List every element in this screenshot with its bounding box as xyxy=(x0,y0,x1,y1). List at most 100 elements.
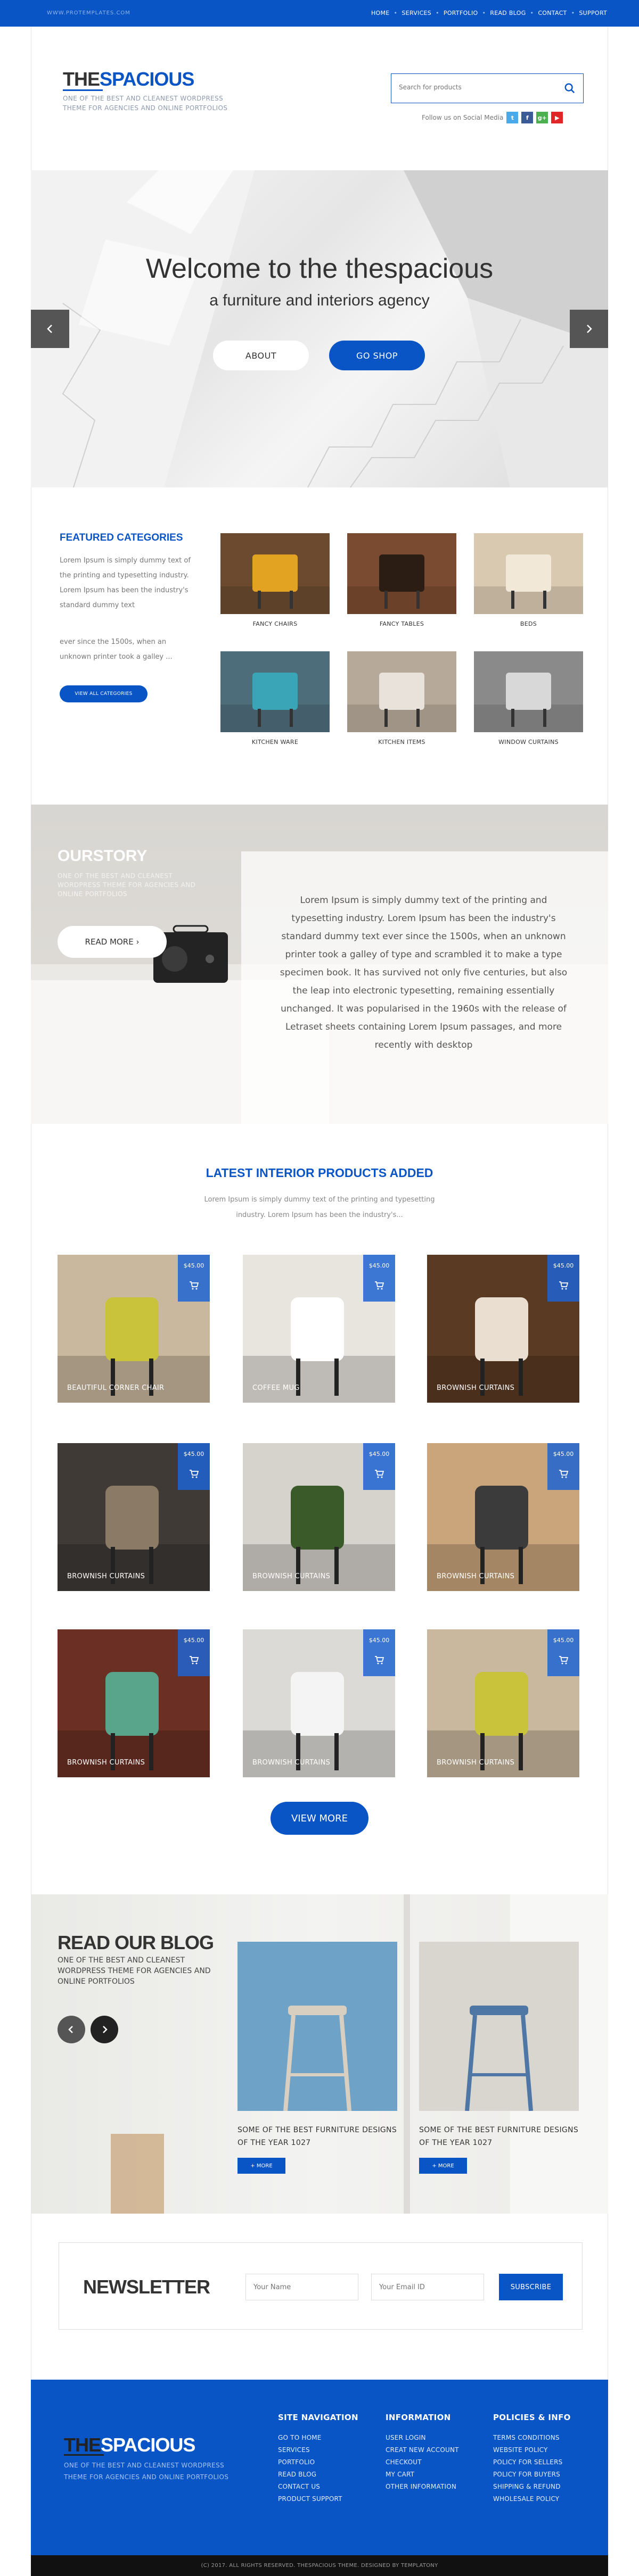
nav-services[interactable]: SERVICES xyxy=(397,10,436,16)
youtube-icon[interactable]: ▶ xyxy=(551,112,563,123)
category-label[interactable]: WINDOW CURTAINS xyxy=(474,739,583,746)
blog-more-button[interactable]: + MORE xyxy=(419,2158,467,2174)
category-label[interactable]: FANCY TABLES xyxy=(347,620,456,627)
footer-link[interactable]: CREAT NEW ACCOUNT xyxy=(386,2444,459,2456)
chevron-right-icon xyxy=(103,2026,108,2033)
product-name: BROWNISH CURTAINS xyxy=(67,1759,145,1767)
cart-icon[interactable] xyxy=(189,1470,199,1478)
read-more-button[interactable]: READ MORE › xyxy=(58,926,167,958)
cart-icon[interactable] xyxy=(559,1470,568,1478)
site-url[interactable]: WWW.PROTEMPLATES.COM xyxy=(47,10,130,16)
cart-icon[interactable] xyxy=(559,1656,568,1664)
page: WWW.PROTEMPLATES.COM HOME • SERVICES • POR… xyxy=(0,0,639,2576)
cart-icon[interactable] xyxy=(374,1470,384,1478)
blog-prev-button[interactable] xyxy=(58,2016,85,2043)
footer-link[interactable]: TERMS CONDITIONS xyxy=(493,2432,571,2444)
cart-icon[interactable] xyxy=(189,1656,199,1664)
newsletter-name-input[interactable] xyxy=(245,2274,358,2300)
category-image xyxy=(347,673,456,732)
footer-link[interactable]: USER LOGIN xyxy=(386,2432,459,2444)
slider-prev-button[interactable] xyxy=(31,310,69,348)
slider-next-button[interactable] xyxy=(570,310,608,348)
nav-home[interactable]: HOME xyxy=(367,10,394,16)
category-label[interactable]: BEDS xyxy=(474,620,583,627)
nav-read-blog[interactable]: READ BLOG xyxy=(486,10,530,16)
category-card[interactable] xyxy=(347,533,456,614)
go-shop-button[interactable]: GO SHOP xyxy=(329,341,425,370)
logo-part-spacious: SPACIOUS xyxy=(100,68,194,90)
category-card[interactable] xyxy=(347,651,456,732)
category-card[interactable] xyxy=(474,651,583,732)
footer-link[interactable]: SERVICES xyxy=(278,2444,358,2456)
product-card[interactable]: $45.00 BROWNISH CURTAINS xyxy=(58,1629,210,1777)
view-all-categories-button[interactable]: VIEW ALL CATEGORIES xyxy=(60,685,148,702)
cart-icon[interactable] xyxy=(189,1281,199,1290)
price-badge[interactable]: $45.00 xyxy=(363,1443,395,1490)
category-label[interactable]: KITCHEN WARE xyxy=(220,739,330,746)
twitter-icon[interactable]: t xyxy=(506,112,519,123)
price-badge[interactable]: $45.00 xyxy=(178,1443,210,1490)
footer-link[interactable]: READ BLOG xyxy=(278,2469,358,2481)
blog-next-button[interactable] xyxy=(91,2016,118,2043)
facebook-icon[interactable]: f xyxy=(521,112,534,123)
newsletter-email-input[interactable] xyxy=(371,2274,484,2300)
footer-link[interactable]: SHIPPING & REFUND xyxy=(493,2481,571,2493)
blog-more-button[interactable]: + MORE xyxy=(237,2158,285,2174)
product-card[interactable]: $45.00 BROWNISH CURTAINS xyxy=(427,1629,579,1777)
blog-post-title[interactable]: SOME OF THE BEST FURNITURE DESIGNS OF TH… xyxy=(419,2124,579,2149)
category-card[interactable] xyxy=(220,533,330,614)
footer-link[interactable]: CONTACT US xyxy=(278,2481,358,2493)
footer-link[interactable]: OTHER INFORMATION xyxy=(386,2481,459,2493)
footer-link[interactable]: CHECKOUT xyxy=(386,2456,459,2469)
about-button[interactable]: ABOUT xyxy=(213,341,309,370)
footer-link[interactable]: WHOLESALE POLICY xyxy=(493,2493,571,2505)
price-text: $45.00 xyxy=(553,1262,574,1269)
product-card[interactable]: $45.00 BROWNISH CURTAINS xyxy=(58,1443,210,1591)
category-label[interactable]: KITCHEN ITEMS xyxy=(347,739,456,746)
price-badge[interactable]: $45.00 xyxy=(363,1629,395,1676)
price-badge[interactable]: $45.00 xyxy=(547,1629,579,1676)
category-card[interactable] xyxy=(220,651,330,732)
blog-image[interactable] xyxy=(237,1942,397,2111)
price-badge[interactable]: $45.00 xyxy=(547,1255,579,1302)
price-badge[interactable]: $45.00 xyxy=(547,1443,579,1490)
view-more-button[interactable]: VIEW MORE xyxy=(271,1802,368,1835)
nav-support[interactable]: SUPPORT xyxy=(575,10,611,16)
blog-image[interactable] xyxy=(419,1942,579,2111)
blog-post-title[interactable]: SOME OF THE BEST FURNITURE DESIGNS OF TH… xyxy=(237,2124,397,2149)
product-card[interactable]: $45.00 BROWNISH CURTAINS xyxy=(243,1629,395,1777)
product-card[interactable]: $45.00 BROWNISH CURTAINS xyxy=(243,1443,395,1591)
blog-section: READ OUR BLOG ONE OF THE BEST AND CLEANE… xyxy=(31,1894,608,2214)
google-plus-icon[interactable]: g+ xyxy=(536,112,548,123)
footer-link[interactable]: MY CART xyxy=(386,2469,459,2481)
footer-link[interactable]: PRODUCT SUPPORT xyxy=(278,2493,358,2505)
logo-part-the: THE xyxy=(63,68,100,90)
featured-categories-title: FEATURED CATEGORIES xyxy=(60,532,183,543)
subscribe-button[interactable]: SUBSCRIBE xyxy=(499,2274,563,2300)
category-label[interactable]: FANCY CHAIRS xyxy=(220,620,330,627)
footer-link[interactable]: GO TO HOME xyxy=(278,2432,358,2444)
nav-contact[interactable]: CONTACT xyxy=(534,10,571,16)
price-badge[interactable]: $45.00 xyxy=(363,1255,395,1302)
product-card[interactable]: $45.00 COFFEE MUG xyxy=(243,1255,395,1403)
footer-logo[interactable]: THESPACIOUS xyxy=(64,2434,195,2456)
product-card[interactable]: $45.00 BROWNISH CURTAINS xyxy=(427,1443,579,1591)
product-card[interactable]: $45.00 BEAUTIFUL CORNER CHAIR xyxy=(58,1255,210,1403)
cart-icon[interactable] xyxy=(374,1281,384,1290)
product-card[interactable]: $45.00 BROWNISH CURTAINS xyxy=(427,1255,579,1403)
footer-tagline: ONE OF THE BEST AND CLEANEST WORDPRESS T… xyxy=(64,2462,229,2481)
footer-link[interactable]: POLICY FOR SELLERS xyxy=(493,2456,571,2469)
logo[interactable]: THESPACIOUS xyxy=(63,68,194,90)
nav-portfolio[interactable]: PORTFOLIO xyxy=(439,10,482,16)
product-name: BROWNISH CURTAINS xyxy=(437,1759,515,1767)
cart-icon[interactable] xyxy=(374,1656,384,1664)
category-card[interactable] xyxy=(474,533,583,614)
footer-link[interactable]: WEBSITE POLICY xyxy=(493,2444,571,2456)
footer-link[interactable]: PORTFOLIO xyxy=(278,2456,358,2469)
price-badge[interactable]: $45.00 xyxy=(178,1255,210,1302)
search-icon[interactable] xyxy=(564,82,576,94)
footer-link[interactable]: POLICY FOR BUYERS xyxy=(493,2469,571,2481)
price-badge[interactable]: $45.00 xyxy=(178,1629,210,1676)
cart-icon[interactable] xyxy=(559,1281,568,1290)
search-input[interactable] xyxy=(399,84,559,91)
